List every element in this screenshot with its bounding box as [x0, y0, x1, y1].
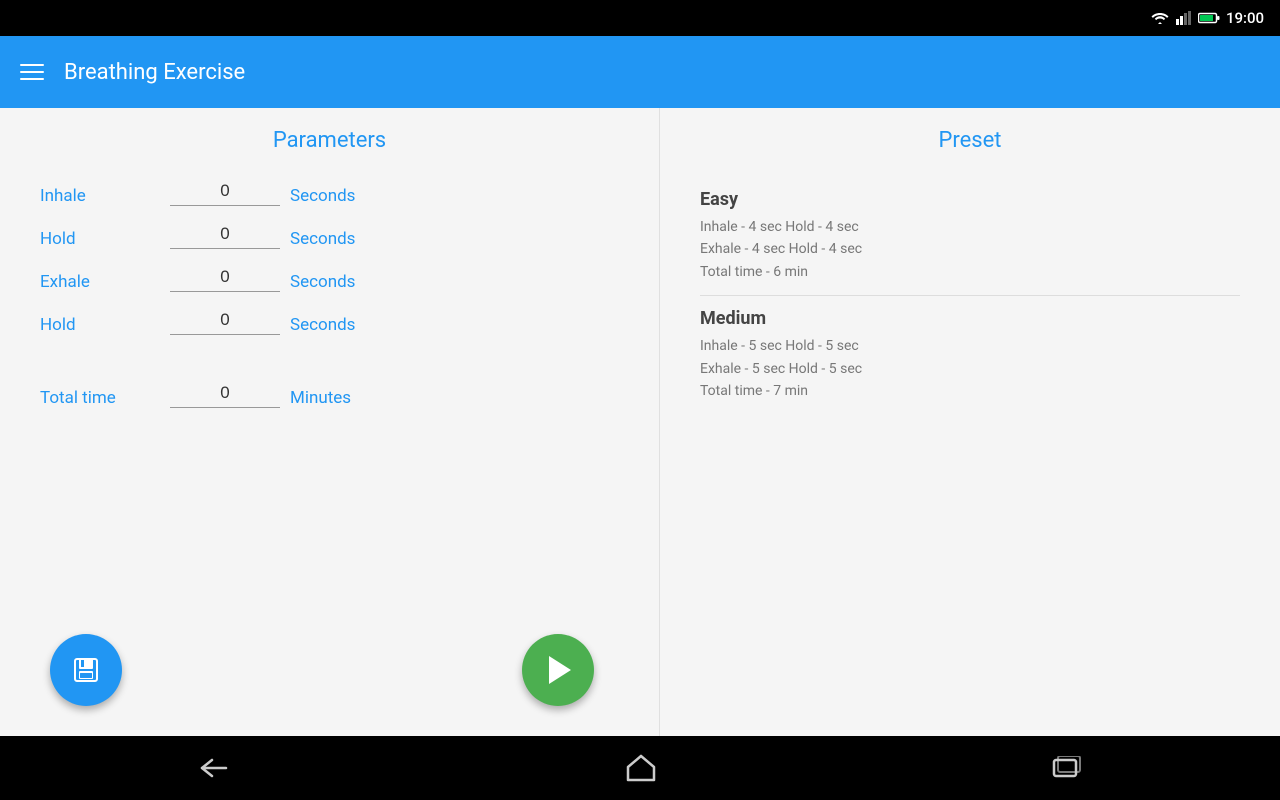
hold2-unit: Seconds	[290, 315, 355, 335]
preset-title: Preset	[700, 128, 1240, 153]
hold2-label: Hold	[40, 315, 160, 335]
signal-icon	[1176, 11, 1192, 25]
status-icons: 19:00	[1150, 9, 1264, 27]
app-bar: Breathing Exercise	[0, 36, 1280, 108]
hold2-row: Hold Seconds	[40, 306, 619, 335]
play-button[interactable]	[522, 634, 594, 706]
wifi-icon	[1150, 11, 1170, 25]
total-time-unit: Minutes	[290, 388, 351, 408]
recents-icon	[1052, 756, 1082, 780]
nav-home-button[interactable]	[618, 745, 664, 791]
app-title: Breathing Exercise	[64, 60, 245, 85]
total-time-row: Total time Minutes	[40, 379, 619, 408]
hold1-unit: Seconds	[290, 229, 355, 249]
inhale-unit: Seconds	[290, 186, 355, 206]
parameters-panel: Parameters Inhale Seconds Hold Seconds E…	[0, 108, 660, 736]
home-icon	[626, 753, 656, 783]
hold1-row: Hold Seconds	[40, 220, 619, 249]
hold2-input[interactable]	[170, 306, 280, 335]
preset-easy[interactable]: Easy Inhale - 4 sec Hold - 4 sec Exhale …	[700, 177, 1240, 296]
main-content: Parameters Inhale Seconds Hold Seconds E…	[0, 108, 1280, 736]
parameters-title: Parameters	[40, 128, 619, 153]
back-arrow-icon	[198, 756, 230, 780]
battery-icon	[1198, 12, 1220, 24]
bottom-buttons	[40, 634, 619, 706]
save-button[interactable]	[50, 634, 122, 706]
preset-easy-name: Easy	[700, 189, 1240, 210]
preset-easy-line1: Inhale - 4 sec Hold - 4 sec Exhale - 4 s…	[700, 216, 1240, 283]
exhale-label: Exhale	[40, 272, 160, 292]
save-icon	[71, 655, 101, 685]
preset-medium[interactable]: Medium Inhale - 5 sec Hold - 5 sec Exhal…	[700, 296, 1240, 414]
preset-medium-detail: Inhale - 5 sec Hold - 5 sec Exhale - 5 s…	[700, 335, 1240, 402]
total-time-label: Total time	[40, 388, 160, 408]
play-icon	[549, 656, 571, 684]
inhale-label: Inhale	[40, 186, 160, 206]
exhale-row: Exhale Seconds	[40, 263, 619, 292]
inhale-row: Inhale Seconds	[40, 177, 619, 206]
nav-recents-button[interactable]	[1044, 748, 1090, 788]
nav-back-button[interactable]	[190, 748, 238, 788]
exhale-input[interactable]	[170, 263, 280, 292]
status-time: 19:00	[1226, 9, 1264, 27]
status-bar: 19:00	[0, 0, 1280, 36]
total-time-input[interactable]	[170, 379, 280, 408]
exhale-unit: Seconds	[290, 272, 355, 292]
nav-bar	[0, 736, 1280, 800]
preset-panel: Preset Easy Inhale - 4 sec Hold - 4 sec …	[660, 108, 1280, 736]
preset-medium-name: Medium	[700, 308, 1240, 329]
menu-button[interactable]	[20, 64, 44, 80]
inhale-input[interactable]	[170, 177, 280, 206]
hold1-label: Hold	[40, 229, 160, 249]
hold1-input[interactable]	[170, 220, 280, 249]
